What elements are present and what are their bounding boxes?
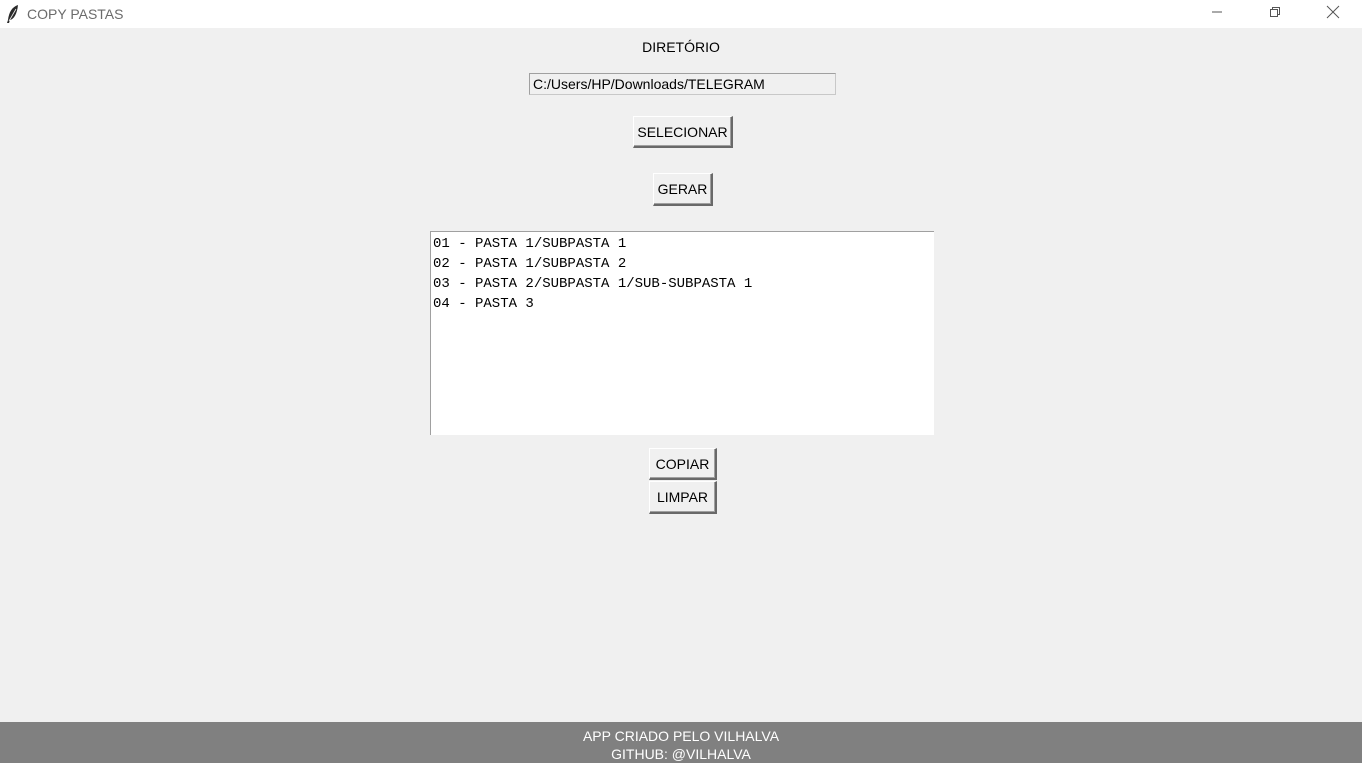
copy-button[interactable]: COPIAR bbox=[649, 448, 717, 480]
minimize-icon bbox=[1211, 5, 1223, 23]
output-line: 02 - PASTA 1/SUBPASTA 2 bbox=[433, 256, 627, 272]
close-button[interactable] bbox=[1304, 0, 1362, 28]
output-line: 03 - PASTA 2/SUBPASTA 1/SUB-SUBPASTA 1 bbox=[433, 276, 753, 292]
directory-path-field[interactable]: C:/Users/HP/Downloads/TELEGRAM bbox=[529, 73, 836, 95]
output-line: 01 - PASTA 1/SUBPASTA 1 bbox=[433, 236, 627, 252]
footer-credit: APP CRIADO PELO VILHALVA bbox=[582, 728, 780, 744]
clear-button[interactable]: LIMPAR bbox=[649, 481, 717, 514]
output-textbox[interactable]: 01 - PASTA 1/SUBPASTA 1 02 - PASTA 1/SUB… bbox=[430, 231, 934, 435]
footer-github: GITHUB: @VILHALVA bbox=[611, 746, 751, 762]
footer: APP CRIADO PELO VILHALVA GITHUB: @VILHAL… bbox=[0, 722, 1362, 763]
feather-icon bbox=[6, 4, 20, 24]
app-window: COPY PASTAS DIRETÓRIO C:/Users/HP/Downlo… bbox=[0, 0, 1362, 763]
restore-button[interactable] bbox=[1246, 0, 1304, 28]
title-bar: COPY PASTAS bbox=[0, 0, 1362, 28]
restore-icon bbox=[1269, 5, 1281, 23]
directory-label: DIRETÓRIO bbox=[642, 39, 720, 55]
output-line: 04 - PASTA 3 bbox=[433, 296, 534, 312]
window-title: COPY PASTAS bbox=[27, 6, 124, 22]
close-icon bbox=[1326, 5, 1340, 24]
minimize-button[interactable] bbox=[1188, 0, 1246, 28]
generate-button[interactable]: GERAR bbox=[653, 173, 713, 206]
select-button[interactable]: SELECIONAR bbox=[633, 116, 733, 148]
